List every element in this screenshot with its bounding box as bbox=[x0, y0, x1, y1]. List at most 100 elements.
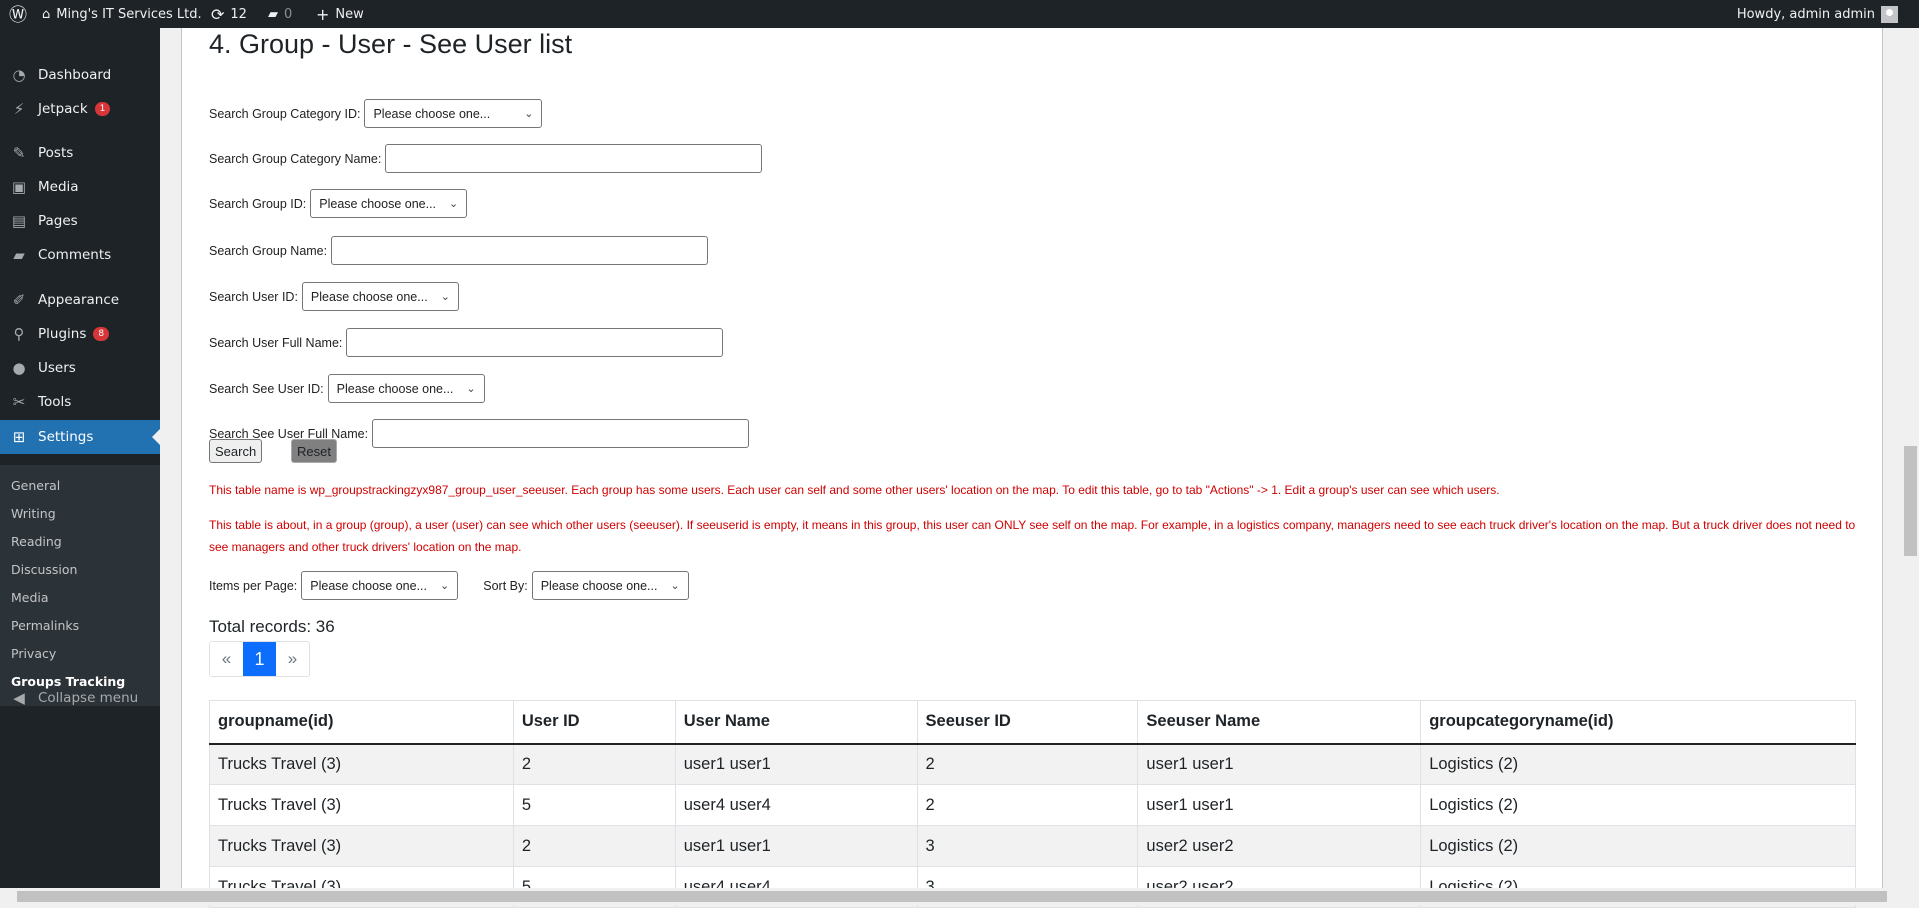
column-header[interactable]: groupcategoryname(id) bbox=[1420, 700, 1856, 745]
chevron-down-icon: ⌄ bbox=[670, 580, 680, 592]
sidebar-item-users[interactable]: ● Users bbox=[0, 351, 160, 385]
column-header[interactable]: Seeuser Name bbox=[1137, 700, 1422, 745]
items-per-page-value: Please choose one... bbox=[310, 578, 427, 593]
field-label: Search Group Name: bbox=[209, 243, 328, 258]
search-button[interactable]: Search bbox=[209, 439, 263, 463]
table-cell: Trucks Travel (3) bbox=[209, 743, 514, 785]
sidebar-item-settings[interactable]: ⊞ Settings bbox=[0, 420, 160, 454]
site-name-link[interactable]: ⌂ Ming's IT Services Ltd. bbox=[42, 0, 202, 28]
jetpack-icon: ⚡ bbox=[13, 100, 25, 118]
table-cell: user1 user1 bbox=[1137, 743, 1422, 785]
search-group-category-id-select[interactable]: Please choose one... ⌄ bbox=[364, 99, 543, 128]
table-row[interactable]: Trucks Travel (3) 2 user1 user1 3 user2 user… bbox=[209, 825, 1856, 867]
sidebar-item-label: Dashboard bbox=[38, 67, 112, 83]
pages-icon: ▤ bbox=[11, 212, 27, 230]
brush-icon: ✐ bbox=[12, 291, 26, 309]
field-label: Search Group ID: bbox=[209, 196, 307, 211]
table-cell: Trucks Travel (3) bbox=[209, 784, 514, 826]
sidebar-item-pages[interactable]: ▤ Pages bbox=[0, 204, 160, 238]
search-group-name-input[interactable] bbox=[331, 236, 709, 265]
table-cell: user2 user2 bbox=[1137, 825, 1422, 867]
table-description-note: This table is about, in a group (group),… bbox=[209, 518, 1856, 554]
refresh-icon: ⟳ bbox=[211, 4, 225, 24]
table-name-note: This table name is wp_groupstrackingzyx9… bbox=[209, 483, 1500, 497]
submenu-item-general[interactable]: General bbox=[11, 478, 60, 493]
table-cell: user1 user1 bbox=[674, 825, 918, 867]
sidebar-item-plugins[interactable]: ⚲ Plugins 8 bbox=[0, 317, 160, 351]
chevron-down-icon: ⌄ bbox=[524, 108, 534, 120]
sidebar-item-appearance[interactable]: ✐ Appearance bbox=[0, 283, 160, 317]
table-cell: user4 user4 bbox=[674, 784, 918, 826]
sidebar-item-label: Jetpack bbox=[38, 101, 88, 117]
updates-count: 12 bbox=[230, 6, 247, 22]
submenu-item-permalinks[interactable]: Permalinks bbox=[11, 618, 79, 633]
search-user-id-select[interactable]: Please choose one... ⌄ bbox=[301, 282, 459, 311]
submenu-item-media[interactable]: Media bbox=[11, 590, 49, 605]
sidebar-item-jetpack[interactable]: ⚡ Jetpack 1 bbox=[0, 92, 160, 126]
admin-bar: Ⓦ ⌂ Ming's IT Services Ltd. ⟳ 12 ▰ 0 + New H… bbox=[0, 0, 1919, 28]
chevron-down-icon: ⌄ bbox=[440, 580, 450, 592]
search-field-row: Search Group Category ID: Please choose o… bbox=[209, 99, 543, 128]
search-see-user-id-select[interactable]: Please choose one... ⌄ bbox=[327, 374, 485, 403]
search-user-full-name-input[interactable] bbox=[346, 328, 724, 357]
table-row[interactable]: Trucks Travel (3) 2 user1 user1 2 user1 user… bbox=[209, 743, 1856, 785]
site-name: Ming's IT Services Ltd. bbox=[56, 6, 202, 22]
updates-link[interactable]: ⟳ 12 bbox=[211, 0, 247, 28]
wrench-icon: ✂ bbox=[12, 393, 26, 411]
admin-sidebar: General Writing Reading Discussion Media Perm… bbox=[0, 28, 160, 905]
sidebar-item-tools[interactable]: ✂ Tools bbox=[0, 385, 160, 419]
sidebar-item-label: Plugins bbox=[38, 326, 87, 342]
chevron-down-icon: ⌄ bbox=[466, 383, 476, 395]
search-field-row: Search User Full Name: bbox=[209, 328, 724, 357]
column-header[interactable]: User ID bbox=[512, 700, 676, 745]
submenu-item-writing[interactable]: Writing bbox=[11, 506, 56, 521]
column-header[interactable]: User Name bbox=[674, 700, 918, 745]
sidebar-item-label: Users bbox=[38, 360, 76, 376]
collapse-menu-button[interactable]: ◀ Collapse menu bbox=[0, 681, 160, 715]
search-field-row: Search User ID: Please choose one... ⌄ bbox=[209, 282, 459, 311]
pagination-page-1[interactable]: 1 bbox=[243, 642, 276, 676]
sidebar-item-media[interactable]: ▣ Media bbox=[0, 170, 160, 204]
pagination-next[interactable]: » bbox=[276, 642, 309, 676]
select-value: Please choose one... bbox=[310, 289, 428, 304]
plus-icon: + bbox=[316, 4, 330, 24]
column-header[interactable]: Seeuser ID bbox=[916, 700, 1139, 745]
search-group-category-name-input[interactable] bbox=[385, 144, 763, 173]
pagination-prev[interactable]: « bbox=[210, 642, 243, 676]
notification-badge: 8 bbox=[93, 327, 110, 341]
sidebar-item-label: Media bbox=[38, 179, 79, 195]
reset-button[interactable]: Reset bbox=[291, 439, 337, 463]
field-label: Search User Full Name: bbox=[209, 335, 343, 350]
account-menu[interactable]: Howdy, admin admin bbox=[1737, 0, 1898, 28]
horizontal-scrollbar-thumb[interactable] bbox=[17, 891, 1887, 902]
table-row[interactable]: Trucks Travel (3) 5 user4 user4 2 user1 user… bbox=[209, 784, 1856, 826]
items-per-page-select[interactable]: Please choose one... ⌄ bbox=[301, 571, 459, 600]
sidebar-item-dashboard[interactable]: ◔ Dashboard bbox=[0, 58, 160, 92]
select-value: Please choose one... bbox=[336, 381, 454, 396]
search-group-id-select[interactable]: Please choose one... ⌄ bbox=[310, 189, 468, 218]
new-content-link[interactable]: + New bbox=[316, 0, 364, 28]
submenu-item-privacy[interactable]: Privacy bbox=[11, 646, 56, 661]
sidebar-item-posts[interactable]: ✎ Posts bbox=[0, 136, 160, 170]
sidebar-item-comments[interactable]: ▰ Comments bbox=[0, 238, 160, 272]
search-field-row: Search Group ID: Please choose one... ⌄ bbox=[209, 189, 468, 218]
select-value: Please choose one... bbox=[373, 106, 491, 121]
collapse-arrow-icon: ◀ bbox=[13, 689, 25, 707]
table-cell: user1 user1 bbox=[1137, 784, 1422, 826]
column-header[interactable]: groupname(id) bbox=[209, 700, 514, 745]
field-label: Search User ID: bbox=[209, 289, 298, 304]
table-cell: 5 bbox=[512, 784, 676, 826]
search-see-user-full-name-input[interactable] bbox=[372, 419, 750, 448]
sort-by-select[interactable]: Please choose one... ⌄ bbox=[531, 571, 689, 600]
submenu-item-reading[interactable]: Reading bbox=[11, 534, 62, 549]
comments-link[interactable]: ▰ 0 bbox=[268, 0, 292, 28]
submenu-item-discussion[interactable]: Discussion bbox=[11, 562, 77, 577]
table-header-row: groupname(id) User ID User Name Seeuser ID S… bbox=[209, 700, 1856, 745]
vertical-scrollbar-thumb[interactable] bbox=[1904, 446, 1917, 556]
home-icon: ⌂ bbox=[42, 6, 51, 22]
wordpress-logo-icon[interactable]: Ⓦ bbox=[9, 0, 27, 28]
select-value: Please choose one... bbox=[319, 196, 437, 211]
table-cell: 2 bbox=[916, 743, 1139, 785]
pin-icon: ✎ bbox=[12, 144, 26, 162]
table-cell: Logistics (2) bbox=[1420, 825, 1856, 867]
